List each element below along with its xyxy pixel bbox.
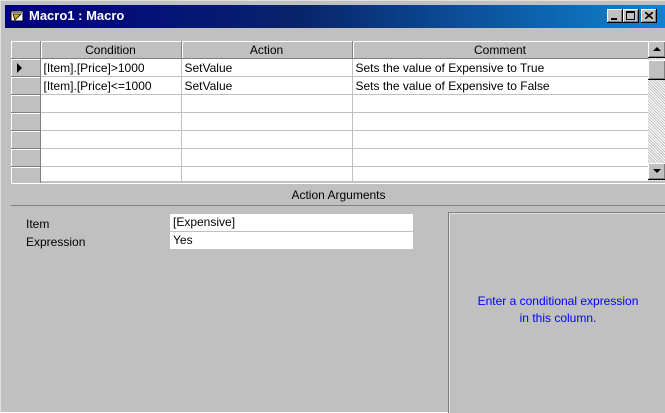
action-cell[interactable] — [181, 130, 353, 149]
comment-cell[interactable] — [352, 148, 649, 167]
scroll-down-arrow-icon — [653, 169, 661, 173]
condition-cell[interactable]: [Item].[Price]>1000 — [40, 58, 182, 77]
action-cell[interactable] — [181, 94, 353, 113]
select-all-corner[interactable] — [11, 41, 41, 59]
macro-row — [11, 166, 649, 185]
maximize-button[interactable] — [623, 9, 639, 23]
scroll-up-arrow-icon — [653, 47, 661, 51]
row-selector[interactable] — [11, 58, 41, 77]
macro-grid-table: Condition Action Comment [Item].[Price]>… — [11, 41, 649, 185]
scroll-down-button[interactable] — [648, 163, 665, 180]
action-arguments-header: Action Arguments — [11, 183, 665, 206]
macro-icon — [10, 10, 24, 22]
column-header-condition[interactable]: Condition — [40, 41, 182, 59]
macro-row: [Item].[Price]<=1000 SetValue Sets the v… — [11, 76, 649, 95]
comment-cell[interactable]: Sets the value of Expensive to False — [352, 76, 649, 95]
minimize-button[interactable] — [607, 9, 623, 23]
comment-cell[interactable] — [352, 94, 649, 113]
macro-row — [11, 130, 649, 149]
comment-cell[interactable]: Sets the value of Expensive to True — [352, 58, 649, 77]
macro-row — [11, 112, 649, 131]
help-pane: Enter a conditional expression in this c… — [448, 212, 665, 413]
scroll-thumb[interactable] — [648, 60, 665, 80]
row-selector[interactable] — [11, 148, 41, 167]
scroll-up-button[interactable] — [648, 41, 665, 58]
section-divider — [11, 205, 665, 206]
argument-value-expression[interactable]: Yes — [170, 232, 413, 249]
macro-window: Macro1 : Macro Condition Action Comment … — [0, 0, 665, 413]
close-icon — [645, 12, 653, 19]
close-button[interactable] — [641, 9, 657, 23]
column-header-comment[interactable]: Comment — [352, 41, 649, 59]
condition-cell[interactable] — [40, 130, 182, 149]
row-selector[interactable] — [11, 166, 41, 185]
condition-cell[interactable] — [40, 148, 182, 167]
comment-cell[interactable] — [352, 130, 649, 149]
row-selector[interactable] — [11, 130, 41, 149]
action-cell[interactable] — [181, 166, 353, 185]
macro-row — [11, 148, 649, 167]
macro-row: [Item].[Price]>1000 SetValue Sets the va… — [11, 58, 649, 77]
macro-design-grid: Condition Action Comment [Item].[Price]>… — [11, 41, 665, 185]
window-title: Macro1 : Macro — [29, 8, 125, 23]
title-bar[interactable]: Macro1 : Macro — [5, 5, 665, 28]
action-cell[interactable] — [181, 112, 353, 131]
current-row-arrow-icon — [17, 63, 22, 73]
condition-cell[interactable] — [40, 94, 182, 113]
macro-row — [11, 94, 649, 113]
argument-label-expression: Expression — [26, 235, 86, 249]
grid-header-row: Condition Action Comment — [11, 41, 649, 59]
condition-cell[interactable] — [40, 112, 182, 131]
action-cell[interactable] — [181, 148, 353, 167]
maximize-icon — [626, 11, 635, 20]
condition-cell[interactable] — [40, 166, 182, 185]
argument-value-item[interactable]: [Expensive] — [170, 214, 413, 231]
action-cell[interactable]: SetValue — [181, 58, 353, 77]
comment-cell[interactable] — [352, 166, 649, 185]
column-header-action[interactable]: Action — [181, 41, 353, 59]
help-text: Enter a conditional expression in this c… — [477, 294, 639, 325]
minimize-icon — [611, 18, 617, 20]
row-selector[interactable] — [11, 76, 41, 95]
argument-label-item: Item — [26, 217, 50, 231]
comment-cell[interactable] — [352, 112, 649, 131]
vertical-scrollbar[interactable] — [648, 41, 665, 181]
row-selector[interactable] — [11, 94, 41, 113]
action-cell[interactable]: SetValue — [181, 76, 353, 95]
row-selector[interactable] — [11, 112, 41, 131]
condition-cell[interactable]: [Item].[Price]<=1000 — [40, 76, 182, 95]
